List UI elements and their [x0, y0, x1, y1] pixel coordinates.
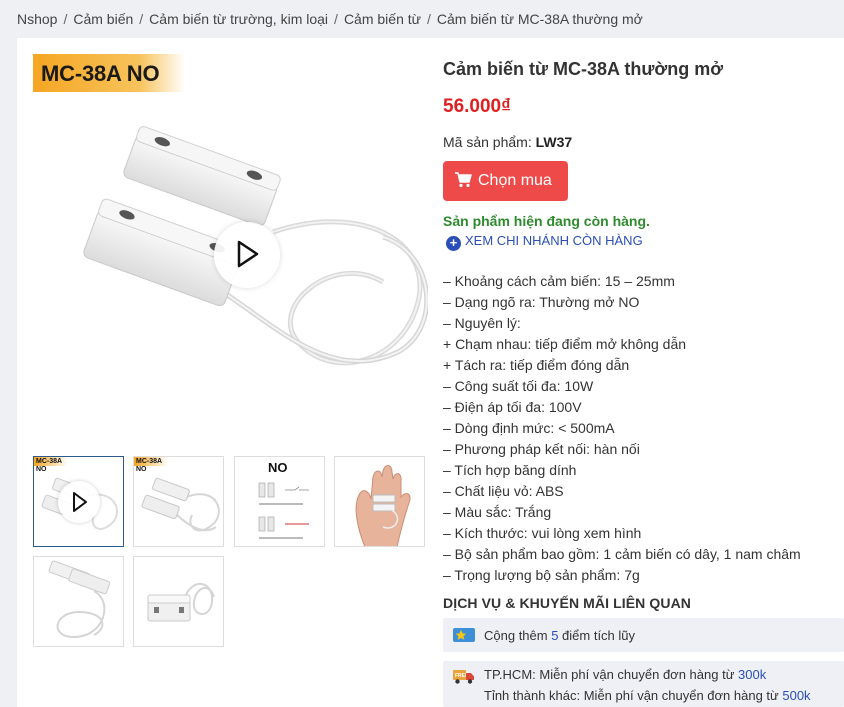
spec-item: – Dạng ngõ ra: Thường mở NO — [443, 294, 640, 310]
services-heading: DỊCH VỤ & KHUYẾN MÃI LIÊN QUAN — [443, 595, 692, 611]
breadcrumb: Nshop / Cảm biến / Cảm biến từ trường, kim l… — [17, 11, 643, 27]
loyalty-points-box: Cộng thêm 5 điểm tích lũy — [443, 618, 844, 652]
spec-item: – Bộ sản phẩm bao gồm: 1 cảm biến có dây… — [443, 546, 801, 562]
thumbnail-play-button — [58, 481, 100, 523]
spec-item: – Dòng định mức: < 500mA — [443, 420, 615, 436]
ship-other-value: 500k — [782, 688, 811, 703]
delivery-truck-icon: FREE — [453, 670, 474, 684]
stock-status: Sản phẩm hiện đang còn hàng. — [443, 213, 650, 229]
spec-list: – Khoảng cách cảm biến: 15 – 25mm – Dạng… — [443, 271, 801, 586]
product-card: MC-38A NO MC-38A NO MC-38A NO NO Cảm biế… — [17, 38, 844, 707]
spec-item: + Chạm nhau: tiếp điểm mở không dẫn — [443, 336, 687, 352]
breadcrumb-current: Cảm biến từ MC-38A thường mở — [436, 11, 643, 27]
breadcrumb-separator: / — [63, 11, 68, 27]
thumbnail-3[interactable]: NO — [234, 456, 325, 547]
spec-item: – Điện áp tối đa: 100V — [443, 399, 582, 415]
spec-item: – Công suất tối đa: 10W — [443, 378, 594, 394]
sku-value: LW37 — [535, 134, 573, 150]
play-icon — [237, 240, 259, 268]
product-title: Cảm biến từ MC-38A thường mở — [443, 59, 724, 79]
thumbnail-hand-photo — [355, 465, 411, 546]
breadcrumb-separator: / — [427, 11, 431, 27]
buy-button-label: Chọn mua — [478, 172, 552, 189]
spec-item: – Khoảng cách cảm biến: 15 – 25mm — [443, 273, 675, 289]
spec-item: – Nguyên lý: — [443, 315, 521, 331]
model-badge: MC-38A NO — [33, 54, 185, 92]
sku-label: Mã sản phẩm: — [443, 134, 532, 150]
thumbnail-4[interactable] — [334, 456, 425, 547]
breadcrumb-separator: / — [334, 11, 338, 27]
thumbnail-photo — [141, 477, 220, 532]
spec-item: – Phương pháp kết nối: hàn nối — [443, 441, 640, 457]
loyalty-points-text: Cộng thêm 5 điểm tích lũy — [484, 628, 635, 643]
buy-button[interactable]: Chọn mua — [443, 161, 568, 201]
thumbnail-5[interactable] — [33, 556, 124, 647]
cart-icon — [455, 172, 472, 188]
spec-item: – Kích thước: vui lòng xem hình — [443, 525, 642, 541]
ship-hcm-prefix: TP.HCM: Miễn phí vận chuyển đơn hàng từ — [484, 667, 739, 682]
view-branches-label: XEM CHI NHÁNH CÒN HÀNG — [465, 233, 643, 248]
thumbnail-photo — [147, 583, 215, 622]
view-branches-link[interactable]: + XEM CHI NHÁNH CÒN HÀNG — [446, 233, 643, 251]
breadcrumb-sensors[interactable]: Cảm biến — [73, 11, 133, 27]
spec-item: – Màu sắc: Trắng — [443, 504, 552, 520]
spec-item: + Tách ra: tiếp điểm đóng dẫn — [443, 357, 630, 373]
breadcrumb-reed-sensors[interactable]: Cảm biến từ — [344, 11, 421, 27]
thumbnail-6[interactable] — [133, 556, 224, 647]
thumbnail-2[interactable]: MC-38A NO — [133, 456, 224, 547]
spec-item: – Chất liệu vỏ: ABS — [443, 483, 564, 499]
ship-other-prefix: Tỉnh thành khác: Miễn phí vận chuyển đơn… — [484, 688, 783, 703]
thumbnail-diagram — [258, 482, 309, 539]
star-card-icon — [453, 628, 475, 642]
plus-circle-icon: + — [446, 236, 461, 251]
play-icon — [73, 492, 87, 512]
thumbnail-video[interactable]: MC-38A NO — [33, 456, 124, 547]
product-price: 56.000₫ — [443, 96, 511, 117]
shipping-hcm-text: TP.HCM: Miễn phí vận chuyển đơn hàng từ … — [484, 667, 766, 682]
spec-item: – Trọng lượng bộ sản phẩm: 7g — [443, 567, 640, 583]
spec-item: – Tích hợp băng dính — [443, 462, 577, 478]
points-suffix: điểm tích lũy — [558, 628, 636, 643]
sku-line: Mã sản phẩm: LW37 — [443, 134, 572, 150]
points-prefix: Cộng thêm — [484, 628, 552, 643]
breadcrumb-home[interactable]: Nshop — [17, 11, 57, 27]
main-product-image[interactable]: MC-38A NO — [33, 52, 428, 447]
shipping-other-text: Tỉnh thành khác: Miễn phí vận chuyển đơn… — [484, 688, 811, 703]
breadcrumb-magnetic-sensors[interactable]: Cảm biến từ trường, kim loại — [149, 11, 328, 27]
thumbnail-photo — [48, 560, 111, 639]
shipping-box: FREE TP.HCM: Miễn phí vận chuyển đơn hàn… — [443, 661, 844, 707]
video-play-button[interactable] — [214, 222, 280, 288]
ship-hcm-value: 300k — [738, 667, 767, 682]
breadcrumb-separator: / — [139, 11, 144, 27]
